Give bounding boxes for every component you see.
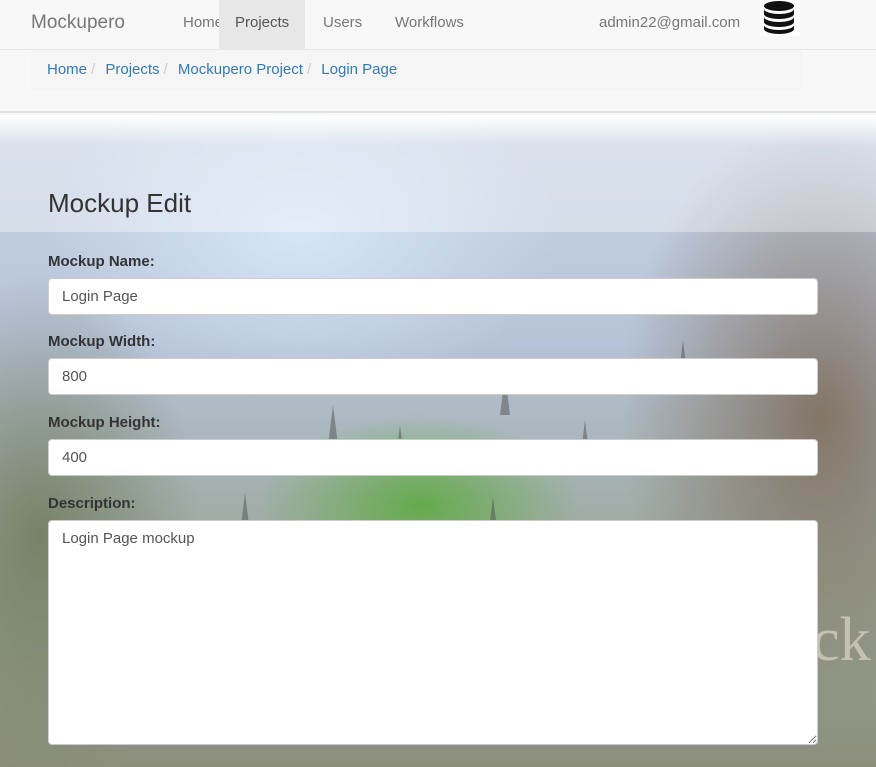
- user-email-link[interactable]: admin22@gmail.com: [599, 0, 740, 50]
- top-navbar: Mockupero Home Projects Users Workflows …: [0, 0, 876, 50]
- brand-logo[interactable]: Mockupero: [31, 12, 125, 34]
- background-watermark: ck: [812, 606, 871, 674]
- breadcrumb-separator: /: [163, 61, 168, 78]
- mockup-width-input[interactable]: [48, 358, 818, 395]
- description-label: Description:: [48, 495, 136, 512]
- mockup-height-input[interactable]: [48, 439, 818, 476]
- nav-item-users[interactable]: Users: [307, 0, 378, 50]
- mockup-name-input[interactable]: [48, 278, 818, 315]
- breadcrumb-current-page[interactable]: Login Page: [321, 61, 397, 78]
- mockup-name-label: Mockup Name:: [48, 253, 155, 270]
- nav-item-projects[interactable]: Projects: [219, 0, 306, 50]
- page-title: Mockup Edit: [48, 188, 192, 218]
- breadcrumb-projects[interactable]: Projects: [105, 61, 159, 78]
- mockup-height-label: Mockup Height:: [48, 414, 161, 431]
- breadcrumb-bar: Home / Projects / Mockupero Project / Login…: [0, 50, 876, 113]
- nav-item-workflows[interactable]: Workflows: [379, 0, 480, 50]
- mockup-width-label: Mockup Width:: [48, 333, 156, 350]
- breadcrumb-separator: /: [306, 61, 312, 78]
- description-textarea[interactable]: Login Page mockup: [48, 520, 818, 745]
- breadcrumb-home[interactable]: Home: [47, 61, 87, 78]
- breadcrumb: Home / Projects / Mockupero Project / Login…: [31, 50, 802, 90]
- database-icon[interactable]: [760, 0, 800, 36]
- breadcrumb-project[interactable]: Mockupero Project: [178, 61, 303, 78]
- breadcrumb-separator: /: [91, 61, 96, 78]
